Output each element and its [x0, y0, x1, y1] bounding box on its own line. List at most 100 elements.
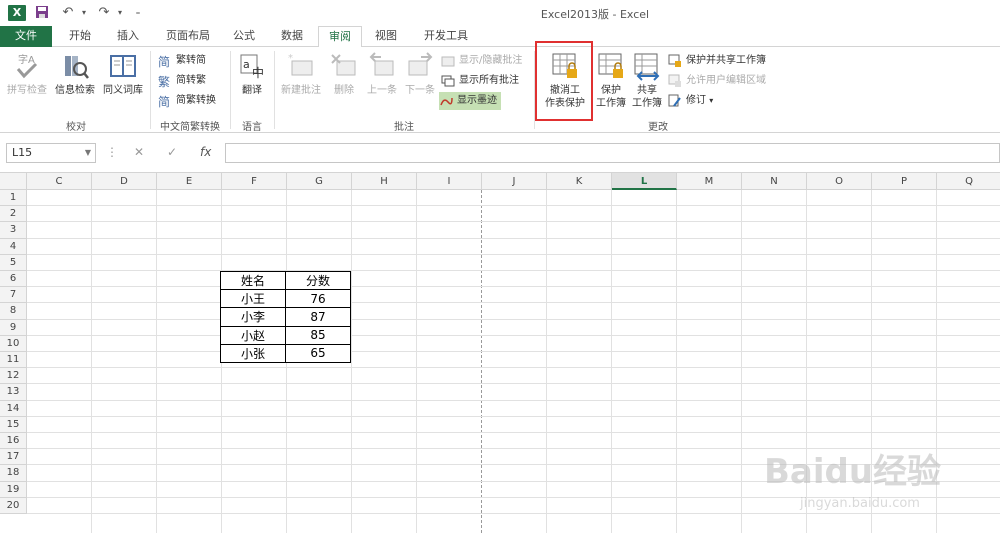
delete-comment-button[interactable]: 删除	[326, 51, 362, 97]
show-hide-comment-button[interactable]: 显示/隐藏批注	[441, 52, 522, 70]
cell-name[interactable]: 小赵	[220, 325, 286, 345]
grid-line	[27, 399, 1000, 401]
column-header-p[interactable]: P	[872, 173, 937, 190]
share-workbook-button[interactable]: 共享 工作簿	[629, 51, 665, 110]
tab-formulas[interactable]: 公式	[228, 26, 260, 47]
tab-data[interactable]: 数据	[276, 26, 308, 47]
new-comment-icon: *	[288, 53, 313, 76]
ribbon-tabs: 文件 开始 插入 页面布局 公式 数据 审阅 视图 开发工具	[0, 26, 1000, 48]
insert-function-icon[interactable]: fx	[200, 145, 211, 159]
simp-to-trad-button[interactable]: 繁 简转繁	[158, 72, 206, 90]
row-header-4[interactable]: 4	[0, 238, 27, 255]
column-header-f[interactable]: F	[222, 173, 287, 190]
column-header-h[interactable]: H	[352, 173, 417, 190]
column-header-d[interactable]: D	[92, 173, 157, 190]
cell-name[interactable]: 小王	[220, 289, 286, 309]
translate-button[interactable]: a中 翻译	[234, 51, 270, 97]
column-header-i[interactable]: I	[417, 173, 482, 190]
header-name[interactable]: 姓名	[220, 270, 286, 291]
previous-comment-button[interactable]: 上一条	[364, 51, 400, 97]
cell-score[interactable]: 65	[285, 343, 351, 363]
grid-line	[27, 448, 1000, 450]
cell-score[interactable]: 85	[285, 325, 351, 345]
row-header-20[interactable]: 20	[0, 497, 27, 514]
save-icon[interactable]	[34, 5, 50, 21]
column-header-l[interactable]: L	[612, 173, 677, 190]
row-header-9[interactable]: 9	[0, 319, 27, 336]
name-box[interactable]: L15 ▼	[6, 143, 96, 163]
track-changes-button[interactable]: 修订 ▾	[668, 92, 713, 110]
column-header-g[interactable]: G	[287, 173, 352, 190]
customize-qat-icon[interactable]: ₌	[130, 5, 146, 21]
allow-edit-ranges-button[interactable]: 允许用户编辑区域	[668, 72, 766, 90]
row-header-8[interactable]: 8	[0, 303, 27, 320]
cell-score[interactable]: 76	[285, 289, 351, 309]
column-header-o[interactable]: O	[807, 173, 872, 190]
row-header-19[interactable]: 19	[0, 481, 27, 498]
row-header-2[interactable]: 2	[0, 206, 27, 223]
table-header-row: 姓名 分数	[220, 270, 351, 291]
undo-icon[interactable]: ↶	[60, 5, 76, 21]
tab-review[interactable]: 审阅	[318, 26, 362, 48]
protect-workbook-button[interactable]: 保护 工作簿	[593, 51, 629, 110]
column-header-e[interactable]: E	[157, 173, 222, 190]
redo-icon[interactable]: ↷	[96, 5, 112, 21]
enter-icon[interactable]: ✓	[167, 145, 177, 159]
tab-developer[interactable]: 开发工具	[418, 26, 474, 47]
tab-view[interactable]: 视图	[370, 26, 402, 47]
row-header-10[interactable]: 10	[0, 335, 27, 352]
protect-share-workbook-button[interactable]: 保护并共享工作簿	[668, 52, 766, 70]
formula-input[interactable]	[225, 143, 1000, 163]
select-all-corner[interactable]	[0, 173, 27, 190]
column-header-q[interactable]: Q	[937, 173, 1000, 190]
tab-home[interactable]: 开始	[64, 26, 96, 47]
tab-insert[interactable]: 插入	[112, 26, 144, 47]
header-score[interactable]: 分数	[285, 270, 351, 291]
translate-label: 翻译	[242, 85, 262, 96]
row-header-13[interactable]: 13	[0, 384, 27, 401]
share-workbook-icon	[634, 53, 660, 81]
grid-line	[27, 318, 1000, 320]
row-header-15[interactable]: 15	[0, 416, 27, 433]
row-header-3[interactable]: 3	[0, 222, 27, 239]
row-header-6[interactable]: 6	[0, 271, 27, 288]
column-header-m[interactable]: M	[677, 173, 742, 190]
cell-score[interactable]: 87	[285, 307, 351, 327]
research-button[interactable]: 信息检索	[52, 51, 98, 97]
undo-dropdown-icon[interactable]: ▾	[76, 5, 92, 21]
thesaurus-button[interactable]: 同义词库	[100, 51, 146, 97]
name-box-dropdown-icon[interactable]: ▼	[85, 144, 91, 162]
row-header-1[interactable]: 1	[0, 190, 27, 207]
row-header-18[interactable]: 18	[0, 465, 27, 482]
spelling-button[interactable]: 字A 拼写检查	[4, 51, 50, 97]
cancel-icon[interactable]: ✕	[134, 145, 144, 159]
column-header-k[interactable]: K	[547, 173, 612, 190]
row-header-11[interactable]: 11	[0, 352, 27, 369]
column-header-j[interactable]: J	[482, 173, 547, 190]
new-comment-button[interactable]: * 新建批注	[278, 51, 324, 97]
next-comment-button[interactable]: 下一条	[402, 51, 438, 97]
show-hide-comment-icon	[441, 56, 455, 67]
row-header-5[interactable]: 5	[0, 254, 27, 271]
row-header-7[interactable]: 7	[0, 287, 27, 304]
show-all-comments-button[interactable]: 显示所有批注	[441, 72, 519, 90]
chinese-convert-button[interactable]: 简 简繁转换	[158, 92, 216, 110]
show-ink-button[interactable]: 显示墨迹	[439, 92, 501, 110]
cell-name[interactable]: 小张	[220, 343, 286, 363]
tab-file[interactable]: 文件	[0, 26, 52, 47]
row-header-14[interactable]: 14	[0, 400, 27, 417]
tab-page-layout[interactable]: 页面布局	[160, 26, 216, 47]
spelling-icon: 字A	[16, 53, 38, 79]
trad-to-simp-button[interactable]: 简 繁转简	[158, 52, 206, 70]
row-header-17[interactable]: 17	[0, 449, 27, 466]
row-header-16[interactable]: 16	[0, 433, 27, 450]
cell-area[interactable]	[27, 190, 1000, 533]
column-header-c[interactable]: C	[27, 173, 92, 190]
row-header-12[interactable]: 12	[0, 368, 27, 385]
thesaurus-icon	[110, 55, 136, 77]
table-row: 小王 76	[220, 289, 351, 309]
cell-name[interactable]: 小李	[220, 307, 286, 327]
column-header-n[interactable]: N	[742, 173, 807, 190]
redo-dropdown-icon[interactable]: ▾	[112, 5, 128, 21]
worksheet-grid[interactable]: CDEFGHIJKLMNOPQ 1 2 3 4 5 6 7 8 9 10 11 12 13 14 15 16 1…	[0, 173, 1000, 533]
